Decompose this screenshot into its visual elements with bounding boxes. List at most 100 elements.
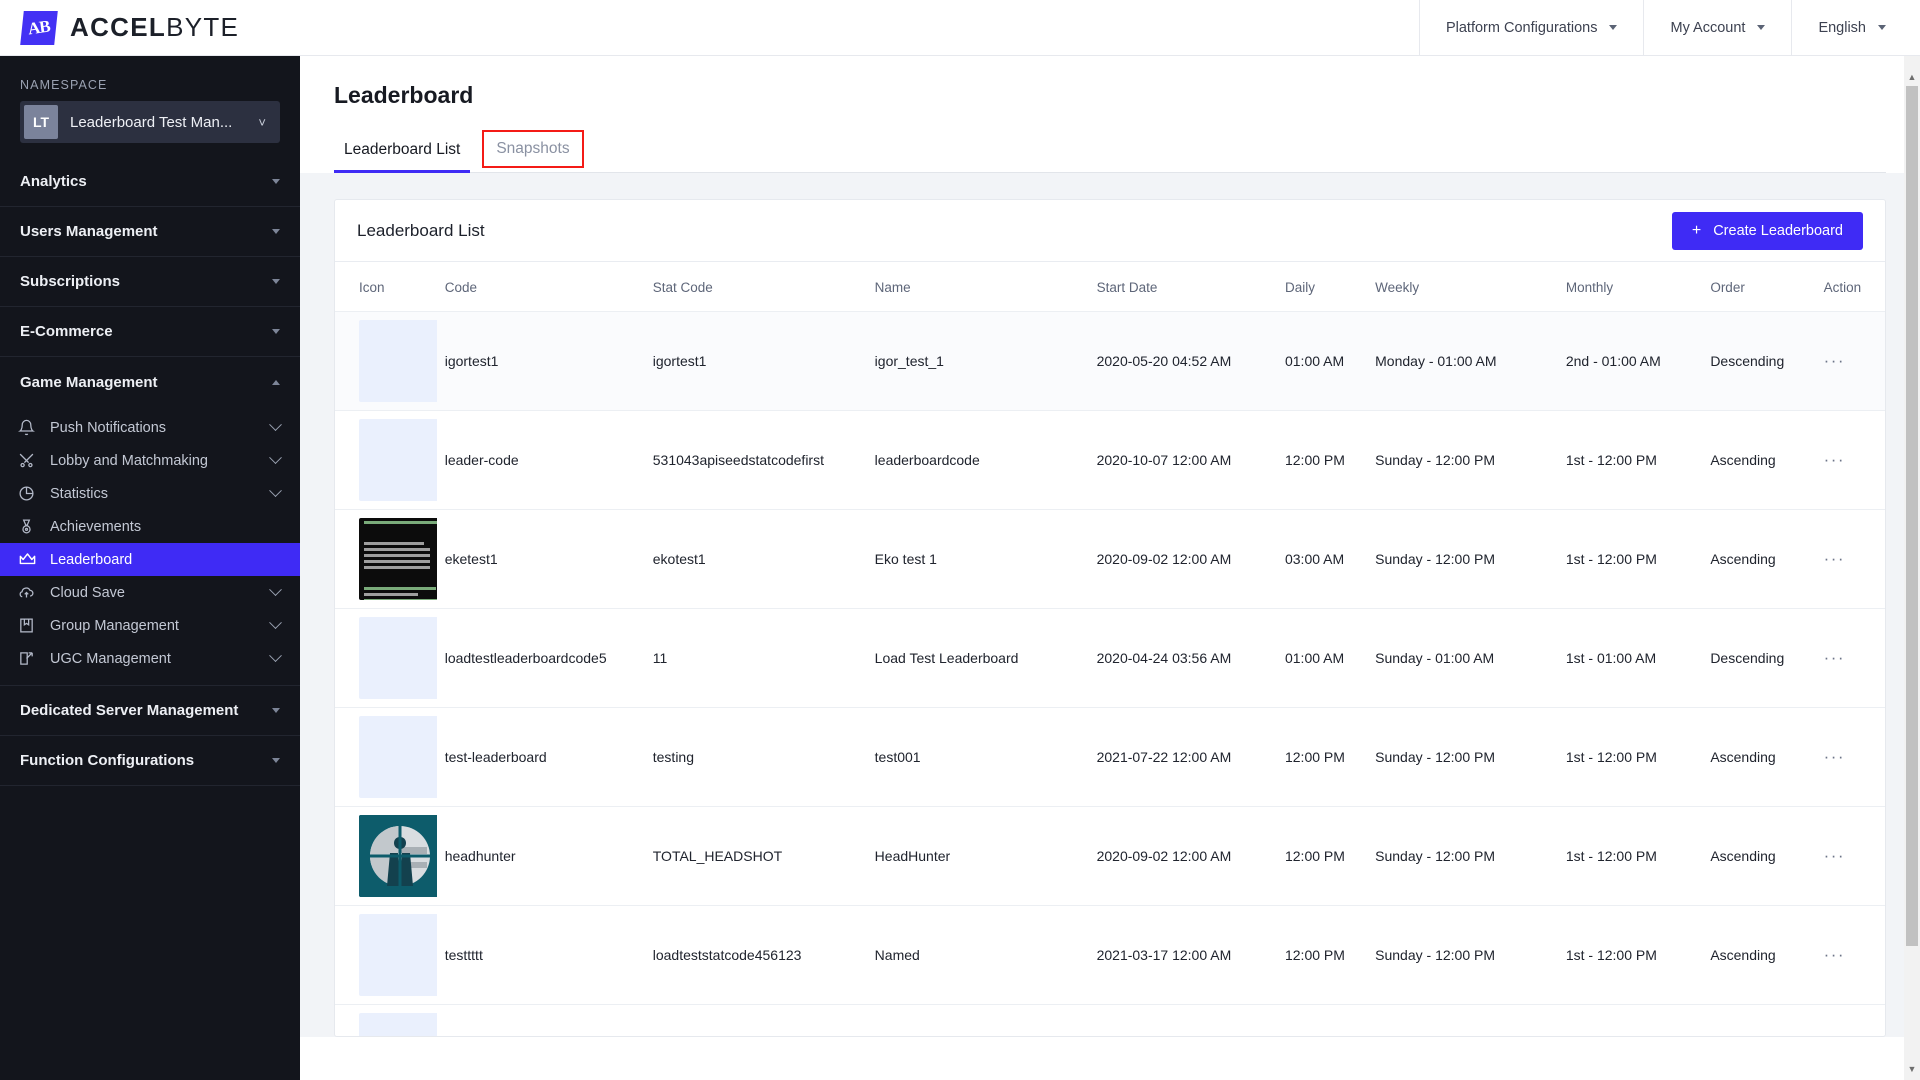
table-row[interactable]: eketest1 ekotest1 Eko test 1 2020-09-02 12:… xyxy=(335,509,1885,609)
chevron-up-icon xyxy=(272,379,280,385)
cell-stat-code: ekotest1 xyxy=(644,509,867,609)
cell-weekly: Monday - 01:00 AM xyxy=(1367,311,1558,411)
namespace-selector[interactable]: LT Leaderboard Test Man... ˅ xyxy=(20,101,280,143)
tab-bar: Leaderboard List Snapshots xyxy=(334,130,1886,173)
cell-name: leaderboardcode xyxy=(866,410,1089,510)
topnav-language[interactable]: English xyxy=(1791,0,1920,55)
tab-label: Leaderboard List xyxy=(344,141,461,158)
topnav-platform-configurations[interactable]: Platform Configurations xyxy=(1418,0,1644,55)
column-header-weekly: Weekly xyxy=(1375,280,1420,295)
cell-name: Eko test 1 xyxy=(866,509,1089,609)
scrollbar-thumb[interactable] xyxy=(1906,86,1918,946)
cell-daily: 01:00 AM xyxy=(1276,1004,1368,1036)
row-thumbnail-terminal xyxy=(359,518,437,600)
topnav-label: English xyxy=(1818,19,1866,36)
brand-logo-area[interactable]: AB ACCELBYTE xyxy=(0,0,300,55)
table-row[interactable]: igortest2igortest2igor_test_22020-05-20 … xyxy=(335,1004,1885,1036)
cell-icon xyxy=(335,1004,437,1036)
page-scrollbar[interactable]: ▲ ▼ xyxy=(1904,56,1920,1080)
sidebar-group-game-management[interactable]: Game Management xyxy=(0,357,300,407)
cell-daily: 12:00 PM xyxy=(1276,905,1368,1005)
crown-icon xyxy=(18,550,44,569)
cell-weekly: Sunday - 12:00 PM xyxy=(1367,806,1558,906)
cell-order: Ascending xyxy=(1702,509,1816,609)
scroll-down-arrow-icon[interactable]: ▼ xyxy=(1907,1064,1917,1074)
sidebar-group-analytics[interactable]: Analytics xyxy=(0,157,300,207)
topnav-label: Platform Configurations xyxy=(1445,19,1598,36)
ellipsis-icon[interactable]: ··· xyxy=(1824,351,1845,370)
create-leaderboard-label: Create Leaderboard xyxy=(1713,222,1843,239)
chevron-down-icon xyxy=(269,484,282,498)
cell-code: testtttt xyxy=(436,905,645,1005)
sidebar-item-label: Group Management xyxy=(50,617,179,634)
table-row[interactable]: headhunter TOTAL_HEADSHOT HeadHunter 2020-0… xyxy=(335,806,1885,906)
sidebar-item-leaderboard[interactable]: Leaderboard xyxy=(0,543,300,576)
tab-snapshots[interactable]: Snapshots xyxy=(482,130,584,168)
cell-weekly: Sunday - 12:00 PM xyxy=(1367,905,1558,1005)
cell-stat-code: testing xyxy=(644,707,867,807)
sidebar-group-label: Subscriptions xyxy=(20,273,121,290)
cell-icon xyxy=(335,905,437,1005)
chevron-down-icon xyxy=(269,418,282,432)
topnav-label: My Account xyxy=(1670,19,1746,36)
cell-start-date: 2020-09-02 12:00 AM xyxy=(1088,806,1277,906)
table-row[interactable]: igortest1 igortest1 igor_test_1 2020-05-20 … xyxy=(335,311,1885,411)
table-row[interactable]: test-leaderboard testing test001 2021-07-22… xyxy=(335,707,1885,807)
cell-icon xyxy=(335,410,437,510)
sidebar-item-label: Achievements xyxy=(50,518,142,535)
table-row[interactable]: testtttt loadteststatcode456123 Named 2021-… xyxy=(335,905,1885,1005)
sidebar-item-ugc-management[interactable]: UGC Management xyxy=(0,642,300,675)
cell-icon xyxy=(335,608,437,708)
sidebar-group-dedicated-server-management[interactable]: Dedicated Server Management xyxy=(0,686,300,736)
sidebar-item-achievements[interactable]: Achievements xyxy=(0,510,300,543)
topnav-my-account[interactable]: My Account xyxy=(1643,0,1791,55)
sidebar-group-function-configurations[interactable]: Function Configurations xyxy=(0,736,300,786)
cell-weekly: Sunday - 01:00 AM xyxy=(1367,608,1558,708)
cell-code: loadtestleaderboardcode5 xyxy=(436,608,645,708)
column-header-stat-code: Stat Code xyxy=(652,280,713,295)
ellipsis-icon[interactable]: ··· xyxy=(1824,549,1845,568)
cell-action: ··· xyxy=(1815,311,1885,411)
scroll-up-arrow-icon[interactable]: ▲ xyxy=(1907,72,1917,82)
column-header-monthly: Monthly xyxy=(1565,280,1614,295)
sidebar-item-cloud-save[interactable]: Cloud Save xyxy=(0,576,300,609)
cell-daily: 01:00 AM xyxy=(1276,311,1368,411)
row-thumbnail-placeholder xyxy=(359,1013,437,1036)
ellipsis-icon[interactable]: ··· xyxy=(1824,846,1845,865)
ellipsis-icon[interactable]: ··· xyxy=(1824,450,1845,469)
cell-stat-code: loadteststatcode456123 xyxy=(644,905,867,1005)
sidebar-item-group-management[interactable]: Group Management xyxy=(0,609,300,642)
sidebar-group-users-management[interactable]: Users Management xyxy=(0,207,300,257)
cell-action: ··· xyxy=(1815,707,1885,807)
sidebar-group-subscriptions[interactable]: Subscriptions xyxy=(0,257,300,307)
cell-start-date: 2021-07-22 12:00 AM xyxy=(1088,707,1277,807)
sidebar-group-ecommerce[interactable]: E-Commerce xyxy=(0,307,300,357)
cell-name: Load Test Leaderboard xyxy=(866,608,1089,708)
ellipsis-icon[interactable]: ··· xyxy=(1824,648,1845,667)
sidebar-item-push-notifications[interactable]: Push Notifications xyxy=(0,411,300,444)
cell-stat-code: 11 xyxy=(644,608,867,708)
sidebar-item-statistics[interactable]: Statistics xyxy=(0,477,300,510)
cell-daily: 01:00 AM xyxy=(1276,608,1368,708)
sidebar-item-lobby-and-matchmaking[interactable]: Lobby and Matchmaking xyxy=(0,444,300,477)
page-header: Leaderboard Leaderboard List Snapshots xyxy=(300,56,1920,173)
cell-code: igortest1 xyxy=(436,311,645,411)
row-thumbnail-placeholder xyxy=(359,914,437,996)
create-leaderboard-button[interactable]: + Create Leaderboard xyxy=(1671,211,1863,250)
cell-start-date: 2020-05-20 04:52 AM xyxy=(1088,311,1277,411)
cell-name: Named xyxy=(866,905,1089,1005)
ellipsis-icon[interactable]: ··· xyxy=(1824,945,1845,964)
cell-action: ··· xyxy=(1815,1004,1885,1036)
cell-monthly: 1st - 01:00 AM xyxy=(1557,608,1703,708)
leaderboard-table: Icon Code Stat Code Name Start Date Dail… xyxy=(335,262,1885,1036)
cloud-upload-icon xyxy=(18,584,44,601)
column-header-icon: Icon xyxy=(359,280,385,295)
cell-weekly: Sunday - 12:00 PM xyxy=(1367,707,1558,807)
group-icon xyxy=(18,617,44,634)
tab-leaderboard-list[interactable]: Leaderboard List xyxy=(334,131,471,173)
table-row[interactable]: loadtestleaderboardcode5 11 Load Test Lead… xyxy=(335,608,1885,708)
cell-icon xyxy=(335,311,437,411)
table-row[interactable]: leader-code 531043apiseedstatcodefirst lea… xyxy=(335,410,1885,510)
cell-daily: 12:00 PM xyxy=(1276,707,1368,807)
ellipsis-icon[interactable]: ··· xyxy=(1824,747,1845,766)
